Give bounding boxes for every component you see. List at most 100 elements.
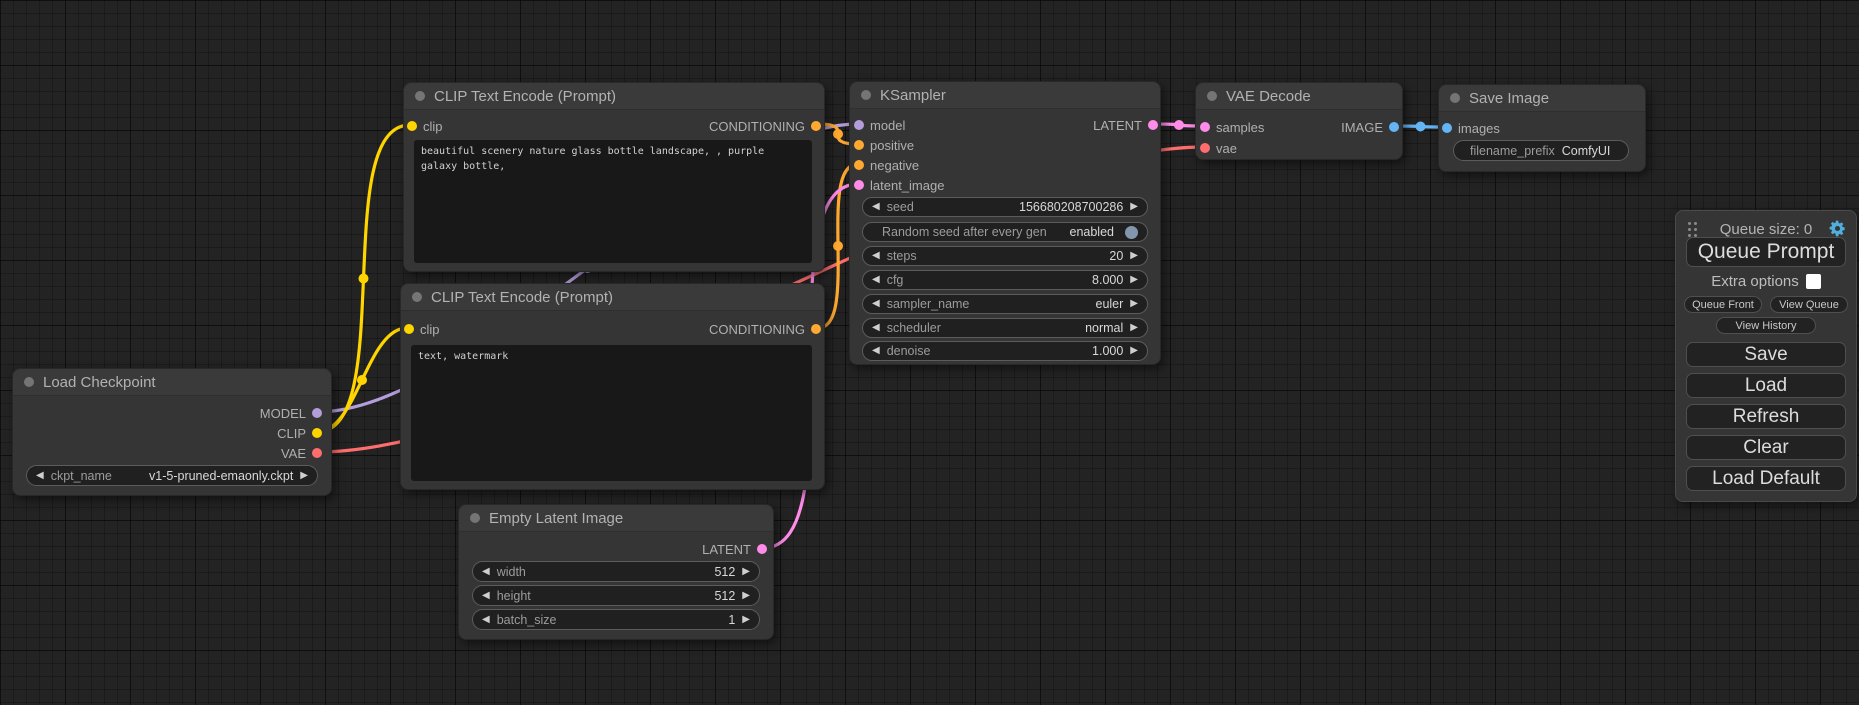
widget-seed[interactable]: ◀ seed 156680208700286 ▶ <box>862 197 1148 217</box>
node-title-bar[interactable]: KSampler <box>850 82 1160 109</box>
step-right-icon[interactable]: ▶ <box>300 471 308 481</box>
load-button[interactable]: Load <box>1686 373 1846 398</box>
node-title-bar[interactable]: VAE Decode <box>1196 83 1402 110</box>
conditioning-port[interactable] <box>811 324 821 334</box>
collapse-dot-icon[interactable] <box>470 513 480 523</box>
step-right-icon[interactable]: ▶ <box>1130 299 1138 309</box>
input-slot-positive[interactable]: positive <box>854 135 914 155</box>
step-left-icon[interactable]: ◀ <box>872 202 880 212</box>
widget-cfg[interactable]: ◀ cfg 8.000 ▶ <box>862 270 1148 290</box>
output-slot-clip[interactable]: CLIP <box>23 423 322 443</box>
widget-random-seed-toggle[interactable]: Random seed after every gen enabled <box>862 222 1148 242</box>
collapse-dot-icon[interactable] <box>861 90 871 100</box>
input-slot-latent-image[interactable]: latent_image <box>854 175 944 195</box>
step-right-icon[interactable]: ▶ <box>1130 251 1138 261</box>
step-right-icon[interactable]: ▶ <box>742 591 750 601</box>
step-right-icon[interactable]: ▶ <box>1130 275 1138 285</box>
step-left-icon[interactable]: ◀ <box>482 567 490 577</box>
extra-options-checkbox[interactable] <box>1806 274 1821 289</box>
image-port[interactable] <box>1442 123 1452 133</box>
refresh-button[interactable]: Refresh <box>1686 404 1846 429</box>
latent-port[interactable] <box>854 180 864 190</box>
widget-filename-prefix[interactable]: filename_prefix ComfyUI <box>1453 140 1629 161</box>
node-ksampler[interactable]: KSampler model LATENT positive negative … <box>849 81 1161 365</box>
widget-batch-size[interactable]: ◀ batch_size 1 ▶ <box>472 609 760 630</box>
widget-sampler-name[interactable]: ◀ sampler_name euler ▶ <box>862 294 1148 314</box>
queue-prompt-button[interactable]: Queue Prompt <box>1686 237 1846 267</box>
link-midpoint-dot[interactable] <box>357 375 367 385</box>
prompt-text-area[interactable]: beautiful scenery nature glass bottle la… <box>414 140 812 263</box>
latent-port[interactable] <box>1200 122 1210 132</box>
widget-height[interactable]: ◀ height 512 ▶ <box>472 585 760 606</box>
input-slot-images[interactable]: images <box>1442 118 1500 138</box>
node-title-bar[interactable]: Empty Latent Image <box>459 505 773 532</box>
model-port[interactable] <box>312 408 322 418</box>
step-left-icon[interactable]: ◀ <box>872 299 880 309</box>
save-button[interactable]: Save <box>1686 342 1846 367</box>
step-left-icon[interactable]: ◀ <box>872 251 880 261</box>
output-slot-vae[interactable]: VAE <box>23 443 322 463</box>
node-title-bar[interactable]: Save Image <box>1439 85 1645 112</box>
latent-port[interactable] <box>757 544 767 554</box>
step-left-icon[interactable]: ◀ <box>872 346 880 356</box>
node-save-image[interactable]: Save Image images filename_prefix ComfyU… <box>1438 84 1646 172</box>
step-left-icon[interactable]: ◀ <box>36 471 44 481</box>
view-queue-button[interactable]: View Queue <box>1770 296 1848 313</box>
step-right-icon[interactable]: ▶ <box>742 567 750 577</box>
load-default-button[interactable]: Load Default <box>1686 466 1846 491</box>
widget-denoise[interactable]: ◀ denoise 1.000 ▶ <box>862 341 1148 361</box>
step-right-icon[interactable]: ▶ <box>1130 346 1138 356</box>
collapse-dot-icon[interactable] <box>415 91 425 101</box>
widget-steps[interactable]: ◀ steps 20 ▶ <box>862 246 1148 266</box>
widget-scheduler[interactable]: ◀ scheduler normal ▶ <box>862 318 1148 338</box>
latent-port[interactable] <box>1148 120 1158 130</box>
view-history-button[interactable]: View History <box>1716 317 1816 334</box>
step-left-icon[interactable]: ◀ <box>482 615 490 625</box>
widget-ckpt-name[interactable]: ◀ ckpt_name v1-5-pruned-emaonly.ckpt ▶ <box>26 465 318 486</box>
output-slot-latent[interactable]: LATENT <box>469 539 767 559</box>
collapse-dot-icon[interactable] <box>1450 93 1460 103</box>
node-title-bar[interactable]: Load Checkpoint <box>13 369 331 396</box>
vae-port[interactable] <box>312 448 322 458</box>
node-clip-text-encode-positive[interactable]: CLIP Text Encode (Prompt) clip CONDITION… <box>403 82 825 272</box>
link-midpoint-dot[interactable] <box>1174 120 1184 130</box>
step-right-icon[interactable]: ▶ <box>1130 323 1138 333</box>
output-slot-conditioning[interactable]: CONDITIONING <box>411 319 821 339</box>
node-title-bar[interactable]: CLIP Text Encode (Prompt) <box>404 83 824 110</box>
link-midpoint-dot[interactable] <box>833 241 843 251</box>
step-right-icon[interactable]: ▶ <box>1130 202 1138 212</box>
queue-front-button[interactable]: Queue Front <box>1684 296 1762 313</box>
widget-width[interactable]: ◀ width 512 ▶ <box>472 561 760 582</box>
vae-port[interactable] <box>1200 143 1210 153</box>
output-slot-latent[interactable]: LATENT <box>930 115 1158 135</box>
output-slot-model[interactable]: MODEL <box>23 403 322 423</box>
clip-port[interactable] <box>312 428 322 438</box>
model-port[interactable] <box>854 120 864 130</box>
clear-button[interactable]: Clear <box>1686 435 1846 460</box>
link-midpoint-dot[interactable] <box>359 274 369 284</box>
collapse-dot-icon[interactable] <box>412 292 422 302</box>
settings-gear-icon[interactable] <box>1828 219 1847 238</box>
drag-handle[interactable] <box>1688 222 1691 225</box>
link-midpoint-dot[interactable] <box>1416 122 1426 132</box>
node-vae-decode[interactable]: VAE Decode samples IMAGE vae <box>1195 82 1403 160</box>
collapse-dot-icon[interactable] <box>24 377 34 387</box>
node-load-checkpoint[interactable]: Load Checkpoint MODEL CLIP VAE ◀ ckpt_na… <box>12 368 332 496</box>
input-slot-negative[interactable]: negative <box>854 155 919 175</box>
input-slot-samples[interactable]: samples <box>1200 117 1264 137</box>
node-title-bar[interactable]: CLIP Text Encode (Prompt) <box>401 284 824 311</box>
collapse-dot-icon[interactable] <box>1207 91 1217 101</box>
toggle-knob-icon[interactable] <box>1125 226 1138 239</box>
step-left-icon[interactable]: ◀ <box>872 323 880 333</box>
node-empty-latent-image[interactable]: Empty Latent Image LATENT ◀ width 512 ▶ … <box>458 504 774 640</box>
input-slot-vae[interactable]: vae <box>1200 138 1237 158</box>
step-right-icon[interactable]: ▶ <box>742 615 750 625</box>
image-port[interactable] <box>1389 122 1399 132</box>
link-midpoint-dot[interactable] <box>833 129 843 139</box>
step-left-icon[interactable]: ◀ <box>872 275 880 285</box>
node-clip-text-encode-negative[interactable]: CLIP Text Encode (Prompt) clip CONDITION… <box>400 283 825 490</box>
prompt-text-area[interactable]: text, watermark <box>411 345 812 481</box>
conditioning-port[interactable] <box>811 121 821 131</box>
conditioning-port[interactable] <box>854 140 864 150</box>
conditioning-port[interactable] <box>854 160 864 170</box>
